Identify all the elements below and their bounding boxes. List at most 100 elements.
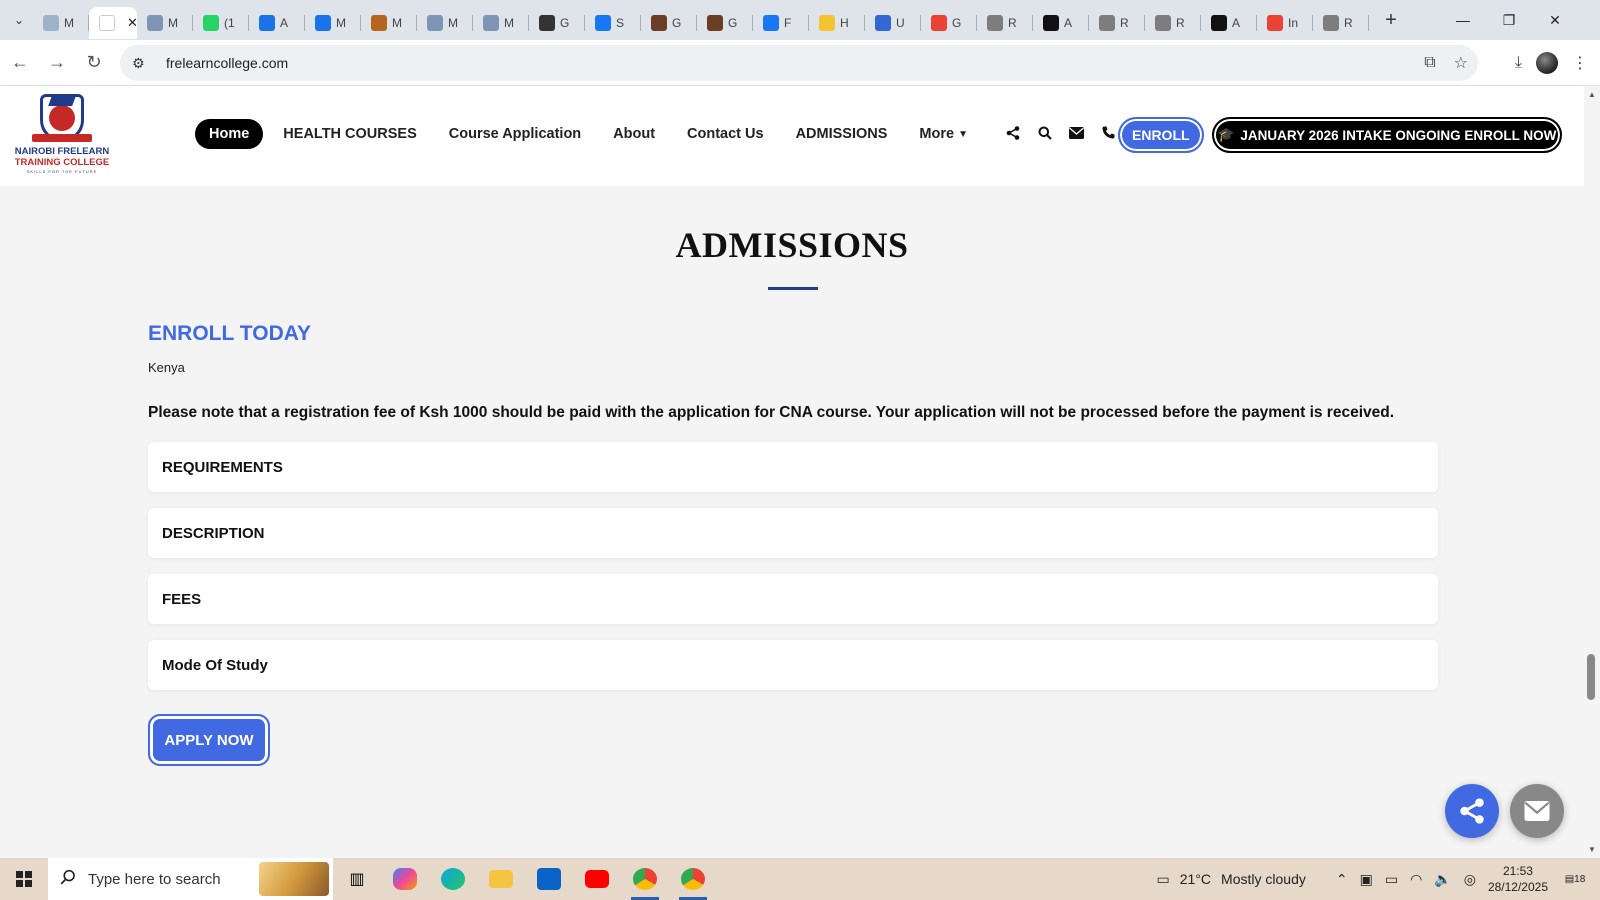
floating-share-button[interactable] xyxy=(1445,784,1499,838)
location-text: Kenya xyxy=(148,360,185,375)
accordion-requirements[interactable]: REQUIREMENTS xyxy=(148,442,1438,492)
intake-enroll-label: JANUARY 2026 INTAKE ONGOING ENROLL NOW xyxy=(1240,127,1557,143)
browser-tab[interactable]: A xyxy=(1201,7,1257,39)
notification-center-button[interactable]: ▤ 18 xyxy=(1560,867,1590,891)
forward-arrow-icon: → xyxy=(48,52,66,72)
restore-button[interactable]: ❐ xyxy=(1486,0,1532,40)
tab-title: M xyxy=(64,16,74,30)
chrome-profile-app[interactable] xyxy=(669,858,717,900)
browser-tab[interactable]: M xyxy=(473,7,529,39)
envelope-icon[interactable] xyxy=(1068,126,1086,142)
volume-icon[interactable]: 🔈 xyxy=(1434,871,1451,888)
enroll-button[interactable]: ENROLL xyxy=(1118,117,1204,153)
accordion-fees[interactable]: FEES xyxy=(148,574,1438,624)
browser-tab[interactable]: G xyxy=(697,7,753,39)
browser-tab[interactable]: In xyxy=(1257,7,1313,39)
wifi-icon[interactable]: ◠ xyxy=(1410,871,1422,888)
browser-tab[interactable]: M xyxy=(417,7,473,39)
browser-tab[interactable]: R xyxy=(1313,7,1369,39)
back-button[interactable]: ← xyxy=(3,46,37,80)
nav-health-courses[interactable]: HEALTH COURSES xyxy=(267,119,432,149)
search-icon[interactable] xyxy=(1036,126,1054,143)
floating-mail-button[interactable] xyxy=(1510,784,1564,838)
outlook-app[interactable] xyxy=(525,858,573,900)
browser-tab[interactable]: Fr✕ xyxy=(89,7,138,39)
browser-tab[interactable]: M xyxy=(137,7,193,39)
browser-tab[interactable]: G xyxy=(529,7,585,39)
battery-icon[interactable]: ▭ xyxy=(1385,871,1398,888)
forward-button[interactable]: → xyxy=(40,46,74,80)
kebab-menu-icon[interactable]: ⋮ xyxy=(1572,53,1588,73)
close-window-button[interactable]: ✕ xyxy=(1532,0,1578,40)
browser-tab[interactable]: M xyxy=(33,7,89,39)
weather-widget[interactable]: ▭ 21°C Mostly cloudy xyxy=(1157,871,1306,888)
browser-tab[interactable]: M xyxy=(361,7,417,39)
scroll-down-icon[interactable]: ▼ xyxy=(1588,845,1596,854)
reload-button[interactable]: ↻ xyxy=(77,46,111,80)
browser-tab[interactable]: S xyxy=(585,7,641,39)
copilot-app[interactable] xyxy=(381,858,429,900)
browser-tab[interactable]: A xyxy=(249,7,305,39)
page-scrollbar[interactable]: ▲ ▼ xyxy=(1584,86,1600,858)
download-icon[interactable]: ⤓ xyxy=(1515,54,1522,72)
college-logo[interactable]: NAIROBI FRELEARN TRAINING COLLEGE SKILLS… xyxy=(12,94,112,178)
ai-icon xyxy=(1043,15,1059,31)
youtube-app[interactable] xyxy=(573,858,621,900)
scroll-thumb[interactable] xyxy=(1587,654,1595,700)
accordion-mode-of-study[interactable]: Mode Of Study xyxy=(148,640,1438,690)
mail-icon xyxy=(147,15,163,31)
share-icon[interactable] xyxy=(1004,125,1022,143)
browser-tab[interactable]: M xyxy=(305,7,361,39)
browser-tab[interactable]: H xyxy=(809,7,865,39)
bookmark-star-icon[interactable]: ☆ xyxy=(1454,53,1468,73)
tab-title: A xyxy=(1232,16,1241,30)
url-text[interactable]: frelearncollege.com xyxy=(166,55,288,71)
new-tab-button[interactable]: + xyxy=(1377,6,1405,34)
search-icon xyxy=(60,869,76,889)
taskbar-search[interactable]: Type here to search xyxy=(48,858,333,900)
nav-course-application[interactable]: Course Application xyxy=(433,119,597,149)
browser-tab[interactable]: R xyxy=(1089,7,1145,39)
nav-admissions[interactable]: ADMISSIONS xyxy=(780,119,904,149)
edge-app[interactable] xyxy=(429,858,477,900)
chrome-app[interactable] xyxy=(621,858,669,900)
meet-now-icon[interactable]: ▣ xyxy=(1360,871,1373,888)
browser-tab[interactable]: G xyxy=(921,7,977,39)
browser-tab[interactable]: U xyxy=(865,7,921,39)
browser-tab[interactable]: R xyxy=(1145,7,1201,39)
task-view-button[interactable]: ▥ xyxy=(333,858,381,900)
accordion-description[interactable]: DESCRIPTION xyxy=(148,508,1438,558)
phone-icon[interactable] xyxy=(1100,126,1118,142)
site-settings-icon[interactable]: ⚙ xyxy=(132,55,156,72)
tab-search-button[interactable]: ⌄ xyxy=(5,6,33,34)
tab-title: A xyxy=(1064,16,1073,30)
scroll-up-icon[interactable]: ▲ xyxy=(1588,90,1596,99)
browser-tab[interactable]: A xyxy=(1033,7,1089,39)
nav-about[interactable]: About xyxy=(597,119,671,149)
minimize-button[interactable]: — xyxy=(1440,0,1486,40)
browser-tab[interactable]: G xyxy=(641,7,697,39)
apply-now-button[interactable]: APPLY NOW xyxy=(148,714,270,766)
grok-icon xyxy=(1323,15,1339,31)
browser-tab[interactable]: (1 xyxy=(193,7,249,39)
address-bar[interactable]: ⚙ frelearncollege.com ⧉ ☆ xyxy=(120,45,1478,81)
intake-enroll-button[interactable]: 🎓 JANUARY 2026 INTAKE ONGOING ENROLL NOW xyxy=(1212,117,1562,153)
start-button[interactable] xyxy=(0,858,48,900)
system-clock[interactable]: 21:53 28/12/2025 xyxy=(1488,863,1548,895)
profile-avatar[interactable] xyxy=(1536,52,1558,74)
browser-tab[interactable]: F xyxy=(753,7,809,39)
restore-icon: ❐ xyxy=(1502,11,1516,28)
title-underline xyxy=(768,287,818,290)
install-app-icon[interactable]: ⧉ xyxy=(1424,54,1435,72)
docs-icon xyxy=(259,15,275,31)
toolbar-actions: ⤓ ⋮ xyxy=(1515,40,1600,86)
chevron-up-icon[interactable]: ⌃ xyxy=(1336,871,1348,888)
nav-more[interactable]: More ▼ xyxy=(903,119,984,149)
facebook-icon xyxy=(595,15,611,31)
tab-title: M xyxy=(336,16,346,30)
sync-icon[interactable]: ◎ xyxy=(1464,871,1476,888)
file-explorer-app[interactable] xyxy=(477,858,525,900)
nav-home[interactable]: Home xyxy=(195,119,264,149)
nav-contact-us[interactable]: Contact Us xyxy=(671,119,780,149)
browser-tab[interactable]: R xyxy=(977,7,1033,39)
